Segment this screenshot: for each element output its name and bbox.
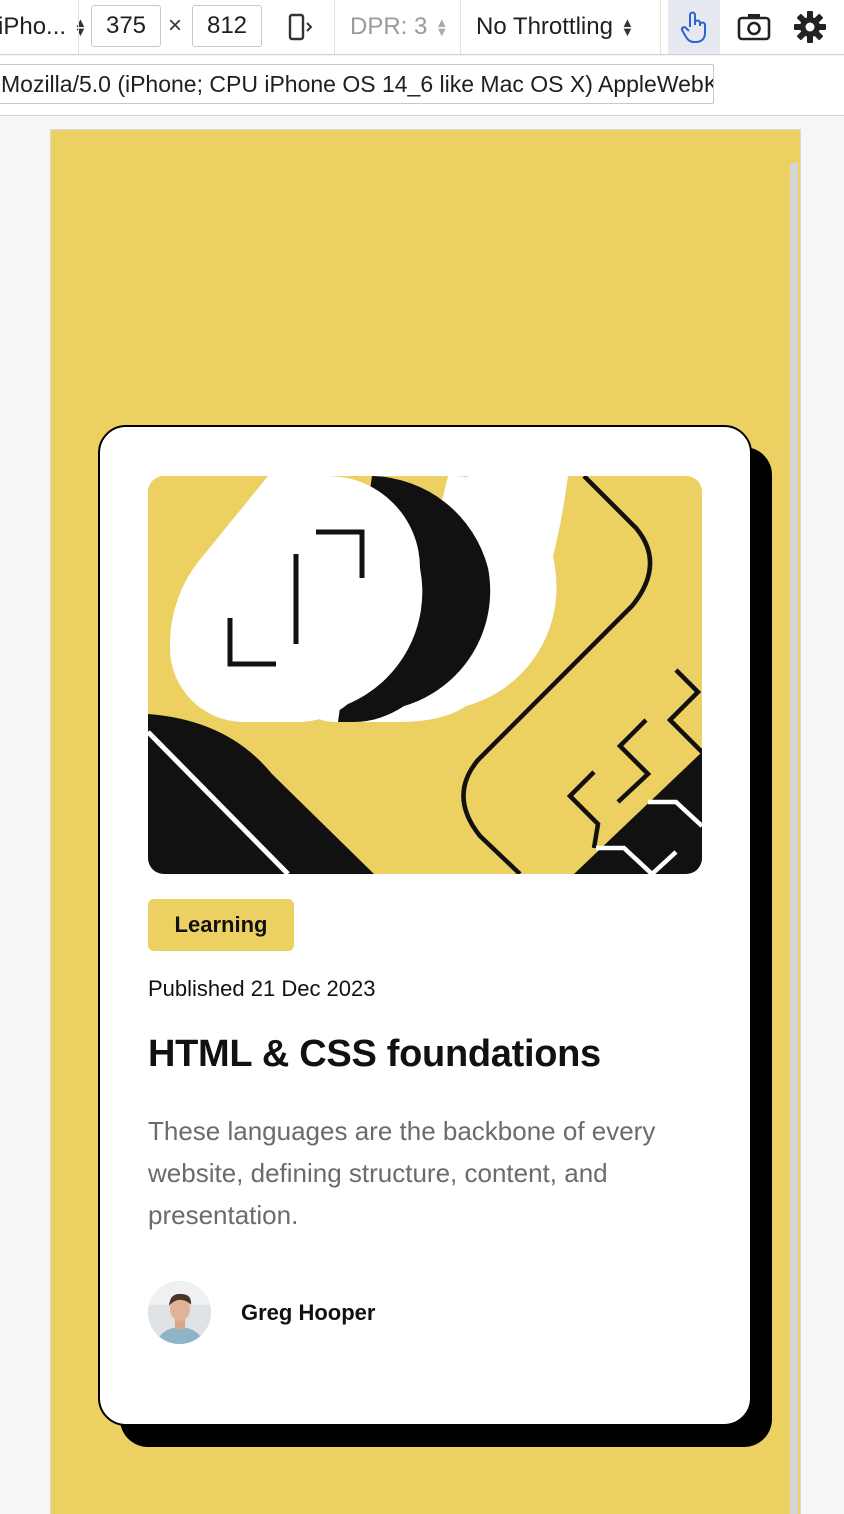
updown-arrows-icon: ▲ ▼ <box>435 15 449 39</box>
updown-arrows-icon: ▲ ▼ <box>74 15 87 39</box>
screenshot-camera-icon <box>737 14 771 41</box>
device-select[interactable]: iPho... ▲ ▼ <box>0 0 87 54</box>
rotate-icon <box>288 13 313 41</box>
height-input[interactable]: 812 <box>192 5 262 47</box>
gear-icon <box>794 11 826 43</box>
published-date: Published 21 Dec 2023 <box>148 976 376 1001</box>
touch-toggle-button[interactable] <box>668 0 720 54</box>
divider <box>334 0 335 54</box>
card-description: These languages are the backbone of ever… <box>148 1116 656 1230</box>
author-avatar <box>148 1281 211 1344</box>
width-value: 375 <box>105 12 147 39</box>
settings-button[interactable] <box>792 0 828 54</box>
card-title[interactable]: HTML & CSS foundations <box>148 1033 601 1076</box>
user-agent-row: Mozilla/5.0 (iPhone; CPU iPhone OS 14_6 … <box>0 56 844 116</box>
author-name[interactable]: Greg Hooper <box>241 1300 375 1326</box>
height-value: 812 <box>206 12 248 39</box>
width-input[interactable]: 375 <box>91 5 161 47</box>
dpr-label: DPR: 3 <box>350 13 428 40</box>
updown-arrows-icon: ▲ ▼ <box>620 15 634 39</box>
author-portrait <box>148 1281 211 1344</box>
touch-icon <box>680 11 706 43</box>
category-tag-label: Learning <box>174 912 268 937</box>
user-agent-input[interactable]: Mozilla/5.0 (iPhone; CPU iPhone OS 14_6 … <box>0 64 714 104</box>
screenshot-button[interactable] <box>736 0 772 54</box>
user-agent-value: Mozilla/5.0 (iPhone; CPU iPhone OS 14_6 … <box>1 71 714 97</box>
divider <box>660 0 661 54</box>
divider <box>78 0 79 54</box>
device-select-label: iPho... <box>0 13 67 40</box>
divider <box>460 0 461 54</box>
card-illustration <box>148 476 702 874</box>
viewport-scrollbar[interactable] <box>790 163 798 1514</box>
dimension-separator: × <box>168 12 183 39</box>
abstract-illustration <box>148 476 702 874</box>
throttling-select[interactable]: No Throttling ▲ ▼ <box>476 0 634 54</box>
rotate-button[interactable] <box>280 0 320 54</box>
throttling-label: No Throttling <box>476 13 613 40</box>
devtools-toolbar: iPho... ▲ ▼ 375 × 812 DPR: 3 ▲ ▼ No Thrott… <box>0 0 844 55</box>
dpr-select[interactable]: DPR: 3 ▲ ▼ <box>350 0 448 54</box>
category-tag[interactable]: Learning <box>148 899 294 951</box>
